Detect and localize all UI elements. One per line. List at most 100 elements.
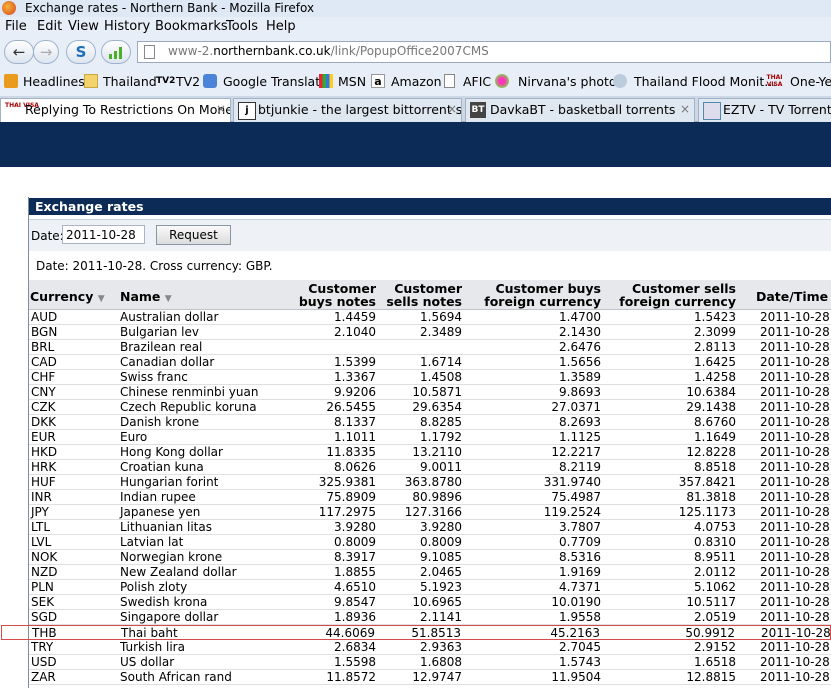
customer-sells-foreign: 1.5423 bbox=[694, 310, 736, 324]
customer-buys-foreign: 75.4987 bbox=[551, 490, 601, 504]
forward-button[interactable]: → bbox=[33, 40, 59, 64]
table-row: INR Indian rupee 75.8909 80.9896 75.4987 81.3… bbox=[29, 490, 831, 505]
customer-sells-notes: 2.3489 bbox=[420, 325, 462, 339]
request-button[interactable]: Request bbox=[156, 225, 231, 245]
bookmark-thailand[interactable]: Thailand bbox=[103, 74, 157, 89]
page-icon bbox=[144, 45, 155, 59]
customer-buys-notes: 0.8009 bbox=[334, 535, 376, 549]
customer-sells-notes: 1.5694 bbox=[420, 310, 462, 324]
customer-sells-foreign: 2.9152 bbox=[694, 640, 736, 654]
tab-btjunkie[interactable]: j btjunkie - the largest bittorrent se..… bbox=[233, 98, 462, 122]
currency-code: DKK bbox=[31, 415, 56, 429]
customer-sells-foreign: 81.3818 bbox=[686, 490, 736, 504]
customer-sells-foreign: 50.9912 bbox=[685, 626, 735, 640]
customer-sells-notes: 1.6714 bbox=[420, 355, 462, 369]
currency-name: Czech Republic koruna bbox=[120, 400, 257, 414]
currency-code: CHF bbox=[31, 370, 56, 384]
customer-buys-foreign: 27.0371 bbox=[551, 400, 601, 414]
bookmark-tv2[interactable]: TV2 bbox=[176, 74, 200, 89]
bookmark-headlines[interactable]: Headlines bbox=[23, 74, 85, 89]
navigation-toolbar: ← → S www-2.northernbank.co.uk/link/Popu… bbox=[0, 37, 831, 69]
customer-buys-notes: 1.3367 bbox=[334, 370, 376, 384]
customer-sells-foreign: 8.8518 bbox=[694, 460, 736, 474]
menu-bookmarks[interactable]: Bookmarks bbox=[155, 19, 228, 34]
table-row: HRK Croatian kuna 8.0626 9.0011 8.2119 8.8518… bbox=[29, 460, 831, 475]
table-row: JPY Japanese yen 117.2975 127.3166 119.2524 1… bbox=[29, 505, 831, 520]
close-icon[interactable]: × bbox=[447, 102, 457, 116]
currency-code: HUF bbox=[31, 475, 56, 489]
currency-name: Turkish lira bbox=[120, 640, 185, 654]
rate-date: 2011-10-28 bbox=[761, 626, 831, 640]
bookmark-amazon[interactable]: Amazon bbox=[391, 74, 442, 89]
customer-buys-foreign: 45.2163 bbox=[550, 626, 600, 640]
table-row: TRY Turkish lira 2.6834 2.9363 2.7045 2.9152 2… bbox=[29, 640, 831, 655]
date-form: Date: Request bbox=[29, 219, 831, 251]
rate-date: 2011-10-28 bbox=[760, 325, 830, 339]
customer-sells-foreign: 4.0753 bbox=[694, 520, 736, 534]
customer-sells-notes: 363.8780 bbox=[404, 475, 462, 489]
customer-buys-notes: 2.6834 bbox=[334, 640, 376, 654]
tab-replying-restrictions[interactable]: THAI VISA Replying To Restrictions On Mo… bbox=[0, 98, 231, 122]
menu-tools[interactable]: Tools bbox=[226, 19, 258, 34]
menu-view[interactable]: View bbox=[68, 19, 99, 34]
customer-sells-foreign: 357.8421 bbox=[678, 475, 736, 489]
header-currency[interactable]: Currency ▼ bbox=[30, 290, 105, 306]
back-button[interactable]: ← bbox=[4, 40, 34, 64]
currency-name: Croatian kuna bbox=[120, 460, 204, 474]
currency-name: Singapore dollar bbox=[120, 610, 219, 624]
skype-button[interactable]: S bbox=[66, 40, 96, 64]
currency-code: SGD bbox=[31, 610, 58, 624]
tab-label: EZTV - TV Torrents O bbox=[723, 102, 831, 117]
rss-icon bbox=[4, 74, 18, 88]
header-name-label: Name bbox=[120, 289, 161, 304]
bookmark-flood-monitor[interactable]: Thailand Flood Monit... bbox=[634, 74, 776, 89]
address-bar[interactable]: www-2.northernbank.co.uk/link/PopupOffic… bbox=[137, 41, 831, 63]
tab-davkabt[interactable]: BT DavkaBT - basketball torrents × bbox=[465, 98, 695, 122]
menu-history[interactable]: History bbox=[104, 19, 150, 34]
header-name[interactable]: Name ▼ bbox=[120, 290, 172, 306]
customer-sells-notes: 1.1792 bbox=[420, 430, 462, 444]
customer-buys-foreign: 1.4700 bbox=[559, 310, 601, 324]
panel-title: Exchange rates bbox=[35, 199, 144, 214]
header-line: foreign currency bbox=[619, 294, 736, 309]
customer-sells-notes: 2.0465 bbox=[420, 565, 462, 579]
currency-name: Euro bbox=[120, 430, 148, 444]
menu-edit[interactable]: Edit bbox=[37, 19, 62, 34]
customer-buys-notes: 2.1040 bbox=[334, 325, 376, 339]
bookmark-msn[interactable]: MSN bbox=[338, 74, 366, 89]
customer-sells-notes: 13.2110 bbox=[412, 445, 462, 459]
currency-code: ZAR bbox=[31, 670, 56, 684]
menu-help[interactable]: Help bbox=[266, 19, 296, 34]
customer-buys-foreign: 11.9504 bbox=[551, 670, 601, 684]
close-icon[interactable]: × bbox=[216, 102, 226, 116]
customer-sells-notes: 127.3166 bbox=[404, 505, 462, 519]
signal-button[interactable] bbox=[101, 40, 131, 64]
date-input[interactable] bbox=[62, 225, 145, 244]
customer-sells-foreign: 5.1062 bbox=[694, 580, 736, 594]
customer-buys-foreign: 3.7807 bbox=[559, 520, 601, 534]
customer-buys-foreign: 1.5743 bbox=[559, 655, 601, 669]
customer-sells-notes: 10.5871 bbox=[412, 385, 462, 399]
bookmark-google-translate[interactable]: Google Translate bbox=[223, 74, 328, 89]
rate-date: 2011-10-28 bbox=[760, 565, 830, 579]
customer-buys-foreign: 4.7371 bbox=[559, 580, 601, 594]
customer-buys-notes: 8.0626 bbox=[334, 460, 376, 474]
menu-file[interactable]: File bbox=[5, 19, 27, 34]
table-row: AUD Australian dollar 1.4459 1.5694 1.4700 1.… bbox=[29, 310, 831, 325]
table-row: LTL Lithuanian litas 3.9280 3.9280 3.7807 4.0… bbox=[29, 520, 831, 535]
bookmark-nirvana[interactable]: Nirvana's photos bbox=[518, 74, 623, 89]
customer-sells-notes: 2.1141 bbox=[420, 610, 462, 624]
table-row: PLN Polish zloty 4.6510 5.1923 4.7371 5.1062 2… bbox=[29, 580, 831, 595]
currency-name: Brazilean real bbox=[120, 340, 203, 354]
customer-buys-notes: 8.1337 bbox=[334, 415, 376, 429]
close-icon[interactable]: × bbox=[680, 102, 690, 116]
tab-eztv[interactable]: EZTV - TV Torrents O bbox=[698, 98, 831, 122]
address-url[interactable]: www-2.northernbank.co.uk/link/PopupOffic… bbox=[168, 44, 489, 58]
table-row: HUF Hungarian forint 325.9381 363.8780 331.9… bbox=[29, 475, 831, 490]
bookmark-afic[interactable]: AFIC bbox=[463, 74, 491, 89]
customer-sells-notes: 2.9363 bbox=[420, 640, 462, 654]
bookmark-one-year[interactable]: One-Ye bbox=[790, 74, 831, 89]
rate-date: 2011-10-28 bbox=[760, 490, 830, 504]
header-line: foreign currency bbox=[484, 294, 601, 309]
customer-sells-foreign: 10.5117 bbox=[686, 595, 736, 609]
